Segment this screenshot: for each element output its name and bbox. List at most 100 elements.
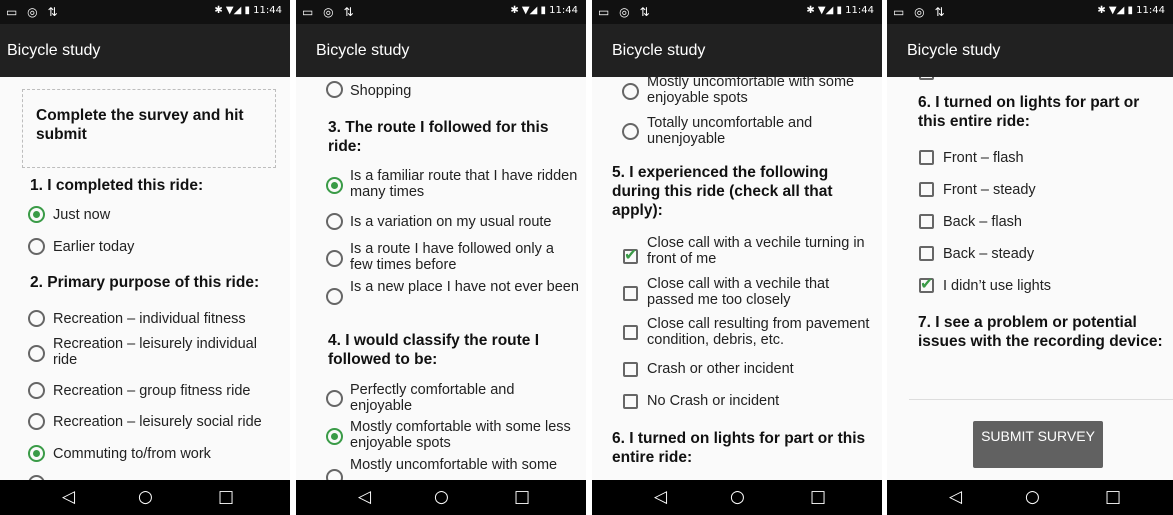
- survey-content[interactable]: Mostly uncomfortable with some enjoyable…: [592, 77, 882, 480]
- nav-bar: ◁ ○ □: [0, 480, 290, 515]
- option-label: Recreation – group fitness ride: [53, 383, 251, 399]
- instruction-text: Complete the survey and hit submit: [36, 107, 244, 143]
- home-icon[interactable]: ○: [1025, 487, 1040, 507]
- status-icons-left: ▭ ◎ ⇅: [598, 5, 653, 19]
- recents-icon[interactable]: □: [218, 487, 234, 507]
- home-icon[interactable]: ○: [434, 487, 449, 507]
- option-label: Shopping: [350, 83, 412, 99]
- app-title: Bicycle study: [612, 42, 706, 59]
- status-bar: ▭ ◎ ⇅ ✱ ▼◢ ▮ 11:44: [592, 0, 882, 24]
- back-icon[interactable]: ◁: [654, 487, 667, 507]
- option-label: Front – flash: [943, 150, 1024, 166]
- back-icon[interactable]: ◁: [949, 487, 962, 507]
- checkbox-front-steady[interactable]: [919, 182, 934, 197]
- submit-survey-button[interactable]: SUBMIT SURVEY: [973, 421, 1103, 468]
- status-bar: ▭ ◎ ⇅ ✱ ▼◢ ▮ 11:44: [0, 0, 290, 24]
- status-icons-left: ▭ ◎ ⇅: [6, 5, 61, 19]
- radio-few-times-route[interactable]: [326, 250, 343, 267]
- radio-recreation-leisurely-individual[interactable]: [28, 345, 45, 362]
- checkbox-turning-vehicle[interactable]: [623, 245, 638, 264]
- checkbox-back-flash[interactable]: [919, 214, 934, 229]
- home-icon[interactable]: ○: [730, 487, 745, 507]
- status-bar: ▭ ◎ ⇅ ✱ ▼◢ ▮ 11:44: [887, 0, 1173, 24]
- question-2: 2. Primary purpose of this ride:: [30, 274, 260, 291]
- radio-variation-route[interactable]: [326, 213, 343, 230]
- checkbox-front-flash[interactable]: [919, 150, 934, 165]
- radio-mostly-comfortable[interactable]: [326, 428, 343, 445]
- status-icons-left: ▭ ◎ ⇅: [302, 5, 357, 19]
- option-label: Commuting to/from work: [53, 446, 211, 462]
- radio-recreation-fitness[interactable]: [28, 310, 45, 327]
- question-3: 3. The route I followed for this ride:: [328, 119, 549, 155]
- radio-mostly-uncomfortable[interactable]: [622, 83, 639, 100]
- radio-shopping[interactable]: [326, 81, 343, 98]
- option-label: Back – steady: [943, 246, 1035, 262]
- status-icons-right: ✱ ▼◢ ▮ 11:44: [214, 5, 282, 16]
- option-label: Is a familiar route that I have ridden m…: [350, 168, 578, 200]
- recents-icon[interactable]: □: [1105, 487, 1121, 507]
- option-label: Just now: [53, 207, 111, 223]
- radio-totally-uncomfortable[interactable]: [622, 123, 639, 140]
- checkbox-back-steady[interactable]: [919, 246, 934, 261]
- option-label: Recreation – individual fitness: [53, 311, 246, 327]
- radio-familiar-route[interactable]: [326, 177, 343, 194]
- app-bar: Bicycle study: [887, 24, 1173, 77]
- question-5: 5. I experienced the following during th…: [612, 164, 833, 219]
- option-label: Perfectly comfortable and enjoyable: [350, 382, 515, 414]
- option-label: Is a variation on my usual route: [350, 214, 552, 230]
- question-7: 7. I see a problem or potential issues w…: [918, 314, 1163, 350]
- screen-1: ▭ ◎ ⇅ ✱ ▼◢ ▮ 11:44 Bicycle study Complet…: [0, 0, 290, 515]
- app-title: Bicycle study: [907, 42, 1001, 59]
- survey-content[interactable]: Complete the survey and hit submit 1. I …: [0, 77, 290, 480]
- radio-commuting[interactable]: [28, 445, 45, 462]
- back-icon[interactable]: ◁: [358, 487, 371, 507]
- option-label: Close call with a vechile that passed me…: [647, 276, 830, 308]
- recents-icon[interactable]: □: [810, 487, 826, 507]
- home-icon[interactable]: ○: [138, 487, 153, 507]
- option-label: I didn’t use lights: [943, 278, 1052, 294]
- nav-bar: ◁ ○ □: [887, 480, 1173, 515]
- option-label: Earlier today: [53, 239, 135, 255]
- app-bar: Bicycle study: [0, 24, 290, 77]
- option-label: Recreation – leisurely individual ride: [53, 336, 257, 368]
- radio-mostly-uncomfortable[interactable]: [326, 469, 343, 480]
- question-6: 6. I turned on lights for part or this e…: [918, 94, 1140, 130]
- option-label: Is a new place I have not ever been: [350, 279, 579, 295]
- option-label: Recreation – leisurely social ride: [53, 414, 262, 430]
- status-icons-right: ✱ ▼◢ ▮ 11:44: [806, 5, 874, 16]
- option-label: Crash or other incident: [647, 361, 794, 377]
- radio-perfectly-comfortable[interactable]: [326, 390, 343, 407]
- checkbox-passing-vehicle[interactable]: [623, 286, 638, 301]
- question-1: 1. I completed this ride:: [30, 177, 204, 194]
- status-bar: ▭ ◎ ⇅ ✱ ▼◢ ▮ 11:44: [296, 0, 586, 24]
- option-label: Back – flash: [943, 214, 1022, 230]
- nav-bar: ◁ ○ □: [592, 480, 882, 515]
- radio-just-now[interactable]: [28, 206, 45, 223]
- checkbox-no-crash[interactable]: [623, 394, 638, 409]
- recents-icon[interactable]: □: [514, 487, 530, 507]
- option-label: Mostly uncomfortable with some enjoyable…: [647, 77, 855, 106]
- radio-new-place[interactable]: [326, 288, 343, 305]
- app-bar: Bicycle study: [296, 24, 586, 77]
- screen-2: ▭ ◎ ⇅ ✱ ▼◢ ▮ 11:44 Bicycle study Shoppin…: [296, 0, 586, 515]
- survey-content[interactable]: Shopping 3. The route I followed for thi…: [296, 77, 586, 480]
- app-title: Bicycle study: [316, 42, 410, 59]
- option-label: Mostly uncomfortable with some: [350, 457, 558, 473]
- app-title: Bicycle study: [7, 42, 101, 59]
- radio-earlier-today[interactable]: [28, 238, 45, 255]
- text-field-underline[interactable]: [909, 399, 1173, 400]
- question-6: 6. I turned on lights for part or this e…: [612, 430, 866, 466]
- checkbox-partial[interactable]: [919, 77, 934, 80]
- app-bar: Bicycle study: [592, 24, 882, 77]
- radio-recreation-social[interactable]: [28, 413, 45, 430]
- option-label: No Crash or incident: [647, 393, 780, 409]
- option-label: Front – steady: [943, 182, 1036, 198]
- checkbox-no-lights[interactable]: [919, 274, 934, 293]
- checkbox-pavement-condition[interactable]: [623, 325, 638, 340]
- radio-recreation-group[interactable]: [28, 382, 45, 399]
- status-icons-right: ✱ ▼◢ ▮ 11:44: [510, 5, 578, 16]
- status-icons-left: ▭ ◎ ⇅: [893, 5, 948, 19]
- survey-content[interactable]: 6. I turned on lights for part or this e…: [887, 77, 1173, 480]
- checkbox-crash[interactable]: [623, 362, 638, 377]
- back-icon[interactable]: ◁: [62, 487, 75, 507]
